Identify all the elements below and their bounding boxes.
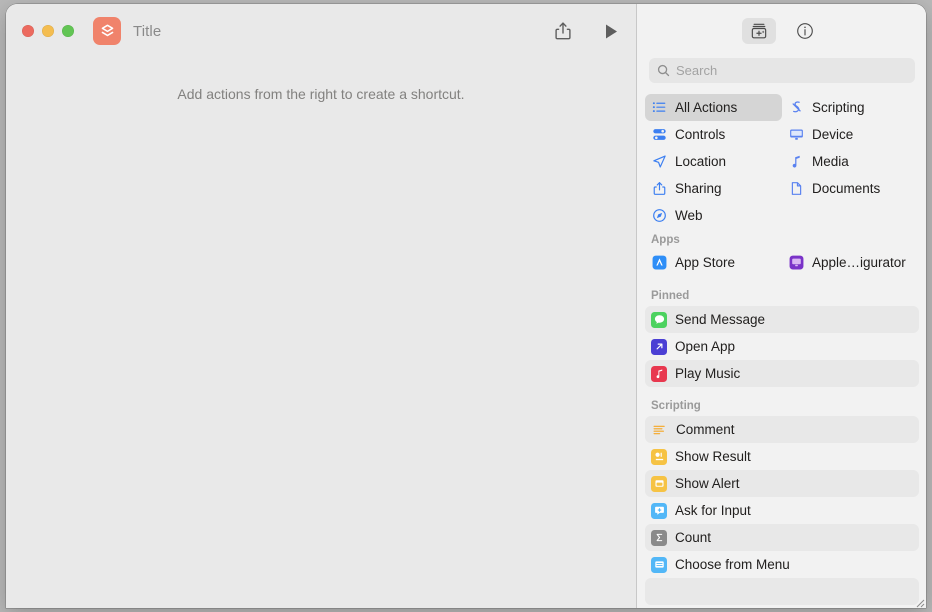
app-store-icon: [651, 254, 668, 271]
category-label: Device: [812, 127, 854, 142]
category-label: Sharing: [675, 181, 722, 196]
comment-icon: [651, 421, 668, 438]
category-location[interactable]: Location: [645, 148, 782, 175]
close-button[interactable]: [22, 25, 34, 37]
action-row-show-result[interactable]: Show Result: [645, 443, 919, 470]
titlebar: Title: [6, 4, 636, 58]
action-label: Open App: [675, 339, 736, 354]
action-label: Ask for Input: [675, 503, 751, 518]
music-icon: [651, 365, 667, 382]
action-label: Play Music: [675, 366, 741, 381]
category-label: Media: [812, 154, 849, 169]
app-label: App Store: [675, 255, 736, 270]
action-row-open-app[interactable]: Open App: [645, 333, 919, 360]
category-label: Location: [675, 154, 727, 169]
music-note-icon: [788, 153, 805, 170]
display-icon: [788, 126, 805, 143]
action-label: Comment: [676, 422, 735, 437]
app-item-app-store[interactable]: App Store: [645, 249, 782, 276]
category-scripting[interactable]: Scripting: [782, 94, 919, 121]
category-device[interactable]: Device: [782, 121, 919, 148]
apps-grid: App Store Apple…igurator: [637, 249, 926, 280]
shortcuts-app-icon: [93, 17, 121, 45]
section-header-scripting: Scripting: [651, 400, 701, 412]
category-web[interactable]: Web: [645, 202, 782, 229]
zoom-button[interactable]: [62, 25, 74, 37]
action-row-choose-from-menu[interactable]: Choose from Menu: [645, 551, 919, 578]
share-icon: [651, 180, 668, 197]
choose-from-menu-icon: [651, 556, 667, 573]
scripting-icon: [788, 99, 805, 116]
search-field[interactable]: Search: [649, 58, 915, 83]
category-all-actions[interactable]: All Actions: [645, 94, 782, 121]
app-label: Apple…igurator: [812, 255, 906, 270]
action-row-show-alert[interactable]: Show Alert: [645, 470, 919, 497]
action-row-ask-for-input[interactable]: Ask for Input: [645, 497, 919, 524]
show-result-icon: [651, 448, 667, 465]
share-button[interactable]: [550, 18, 576, 44]
count-sigma-icon: [651, 529, 667, 546]
run-button[interactable]: [598, 18, 624, 44]
section-header-pinned: Pinned: [651, 290, 690, 302]
titlebar-actions: [550, 4, 624, 58]
shortcuts-window: Title Add actions from the right to crea…: [6, 4, 926, 608]
action-row-count[interactable]: Count: [645, 524, 919, 551]
tab-action-library[interactable]: [742, 18, 776, 44]
category-controls[interactable]: Controls: [645, 121, 782, 148]
action-label: Send Message: [675, 312, 766, 327]
category-label: Controls: [675, 127, 726, 142]
action-label: Show Alert: [675, 476, 740, 491]
category-label: Web: [675, 208, 703, 223]
action-row-play-music[interactable]: Play Music: [645, 360, 919, 387]
search-icon: [657, 64, 670, 77]
action-library-sidebar: Search All Actions Scripting Controls De…: [636, 4, 926, 608]
messages-icon: [651, 311, 667, 328]
document-icon: [788, 180, 805, 197]
sidebar-tabbar: [637, 4, 926, 58]
open-app-icon: [651, 338, 667, 355]
action-label: Show Result: [675, 449, 751, 464]
category-label: Scripting: [812, 100, 865, 115]
tab-shortcut-details[interactable]: [788, 18, 822, 44]
list-bullet-icon: [651, 99, 668, 116]
action-label: Choose from Menu: [675, 557, 790, 572]
empty-state-message: Add actions from the right to create a s…: [177, 86, 465, 102]
location-arrow-icon: [651, 153, 668, 170]
show-alert-icon: [651, 475, 667, 492]
controls-icon: [651, 126, 668, 143]
category-documents[interactable]: Documents: [782, 175, 919, 202]
action-row-comment[interactable]: Comment: [645, 416, 919, 443]
app-item-apple-configurator[interactable]: Apple…igurator: [782, 249, 919, 276]
action-label: Count: [675, 530, 712, 545]
category-label: All Actions: [675, 100, 738, 115]
category-media[interactable]: Media: [782, 148, 919, 175]
category-label: Documents: [812, 181, 881, 196]
traffic-lights: [22, 25, 74, 37]
action-row-partial[interactable]: [645, 578, 919, 605]
safari-compass-icon: [651, 207, 668, 224]
resize-grip[interactable]: [914, 595, 925, 608]
action-row-send-message[interactable]: Send Message: [645, 306, 919, 333]
apps-group-label: Apps: [651, 234, 680, 246]
minimize-button[interactable]: [42, 25, 54, 37]
search-placeholder: Search: [676, 63, 718, 78]
shortcut-editor-pane: Title Add actions from the right to crea…: [6, 4, 636, 608]
category-sharing[interactable]: Sharing: [645, 175, 782, 202]
actions-list[interactable]: Pinned Send Message Open App Play Music …: [637, 280, 926, 608]
document-title[interactable]: Title: [133, 23, 161, 40]
category-grid-area[interactable]: All Actions Scripting Controls Device Lo…: [637, 94, 926, 280]
category-grid: All Actions Scripting Controls Device Lo…: [637, 94, 926, 229]
apple-configurator-icon: [788, 254, 805, 271]
ask-for-input-icon: [651, 502, 667, 519]
